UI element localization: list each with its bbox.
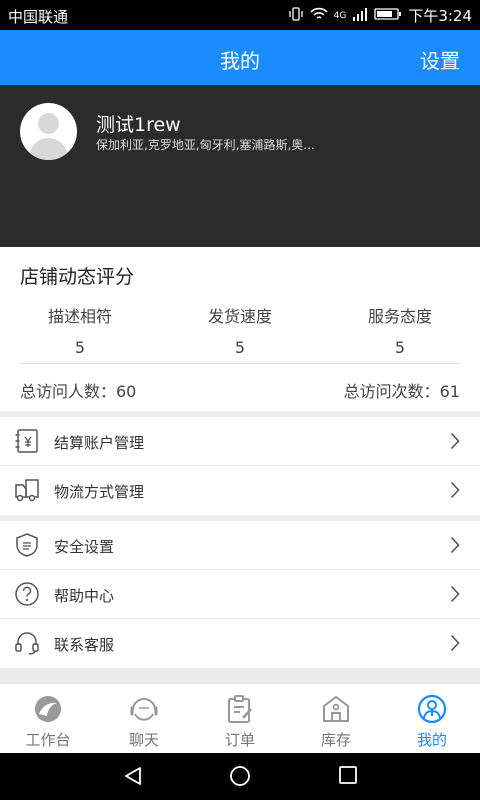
tab-chat[interactable]: 聊天 bbox=[96, 684, 192, 753]
chevron-right-icon bbox=[450, 432, 460, 450]
tab-workbench[interactable]: 工作台 bbox=[0, 684, 96, 753]
chevron-right-icon bbox=[450, 585, 460, 603]
battery-icon bbox=[374, 7, 402, 25]
user-icon bbox=[417, 694, 447, 724]
total-visits: 总访问次数：61 bbox=[343, 382, 460, 401]
menu-item-label: 联系客服 bbox=[54, 636, 115, 654]
question-circle-icon bbox=[15, 582, 39, 606]
rating-shipping-speed: 发货速度 5 bbox=[160, 303, 320, 357]
shop-description: 保加利亚,克罗地亚,匈牙利,塞浦路斯,奥... bbox=[96, 138, 315, 152]
rating-label: 发货速度 bbox=[207, 307, 272, 326]
menu-item-label: 安全设置 bbox=[54, 538, 115, 556]
tab-label: 订单 bbox=[224, 731, 255, 749]
status-bar: 中国联通 4G 下午3:24 bbox=[0, 0, 480, 30]
carrier-name: 中国联通 bbox=[8, 8, 69, 26]
tab-inventory[interactable]: 库存 bbox=[288, 684, 384, 753]
menu-group-accounts: 结算账户管理 物流方式管理 bbox=[0, 417, 480, 515]
rating-heading: 店铺动态评分 bbox=[20, 266, 135, 288]
wifi-icon bbox=[310, 7, 328, 25]
profile-header[interactable]: 测试1rew 保加利亚,克罗地亚,匈牙利,塞浦路斯,奥... bbox=[0, 85, 480, 247]
menu-item-customer-service[interactable]: 联系客服 bbox=[0, 619, 480, 668]
rating-service-attitude: 服务态度 5 bbox=[320, 303, 480, 357]
menu-item-settlement-account[interactable]: 结算账户管理 bbox=[0, 417, 480, 466]
total-visitors: 总访问人数：60 bbox=[20, 382, 137, 401]
shield-icon bbox=[16, 533, 38, 557]
tab-mine[interactable]: 我的 bbox=[384, 684, 480, 753]
tab-label: 聊天 bbox=[128, 731, 159, 749]
chat-icon bbox=[130, 698, 158, 721]
rating-value: 5 bbox=[394, 338, 406, 357]
tab-label: 库存 bbox=[320, 731, 351, 749]
settings-button[interactable]: 设置 bbox=[420, 45, 460, 74]
rating-label: 描述相符 bbox=[47, 307, 112, 326]
home-icon[interactable] bbox=[229, 766, 251, 788]
tab-label: 工作台 bbox=[25, 731, 71, 749]
menu-item-label: 结算账户管理 bbox=[54, 434, 145, 452]
page-title: 我的 bbox=[220, 49, 260, 73]
account-book-icon bbox=[15, 429, 38, 453]
truck-icon bbox=[15, 479, 39, 502]
signal-icon bbox=[352, 7, 368, 25]
menu-item-label: 物流方式管理 bbox=[54, 483, 145, 501]
bottom-tab-bar: 工作台 聊天 订单 库存 我的 bbox=[0, 683, 480, 753]
menu-group-support: 安全设置 帮助中心 联系客服 bbox=[0, 521, 480, 668]
clipboard-icon bbox=[228, 695, 252, 723]
avatar[interactable] bbox=[20, 103, 77, 160]
avatar-head-shape bbox=[38, 113, 59, 134]
title-bar: 我的 设置 bbox=[0, 30, 480, 85]
headset-icon bbox=[15, 632, 39, 655]
tab-orders[interactable]: 订单 bbox=[192, 684, 288, 753]
rating-value: 5 bbox=[234, 338, 246, 357]
clock: 下午3:24 bbox=[408, 7, 472, 25]
avatar-body-shape bbox=[29, 138, 68, 160]
warehouse-icon bbox=[323, 695, 349, 722]
chevron-right-icon bbox=[450, 536, 460, 554]
shop-name: 测试1rew bbox=[96, 114, 181, 136]
workbench-icon bbox=[35, 696, 61, 722]
rating-value: 5 bbox=[74, 338, 86, 357]
network-type: 4G bbox=[333, 10, 347, 21]
recent-apps-icon[interactable] bbox=[338, 766, 358, 786]
menu-item-label: 帮助中心 bbox=[54, 587, 115, 605]
menu-item-security[interactable]: 安全设置 bbox=[0, 521, 480, 570]
vibrate-icon bbox=[288, 6, 304, 25]
tab-label: 我的 bbox=[416, 731, 447, 749]
chevron-right-icon bbox=[450, 481, 460, 499]
rating-description-match: 描述相符 5 bbox=[0, 303, 160, 357]
rating-label: 服务态度 bbox=[367, 307, 432, 326]
status-icons: 4G 下午3:24 bbox=[288, 5, 472, 26]
system-navigation-bar bbox=[0, 753, 480, 800]
menu-item-logistics[interactable]: 物流方式管理 bbox=[0, 466, 480, 515]
menu-item-help-center[interactable]: 帮助中心 bbox=[0, 570, 480, 619]
divider bbox=[20, 363, 460, 364]
chevron-right-icon bbox=[450, 634, 460, 652]
shop-rating-section: 店铺动态评分 描述相符 5 发货速度 5 服务态度 5 总访问人数：60 总访问… bbox=[0, 247, 480, 411]
back-icon[interactable] bbox=[123, 766, 143, 786]
